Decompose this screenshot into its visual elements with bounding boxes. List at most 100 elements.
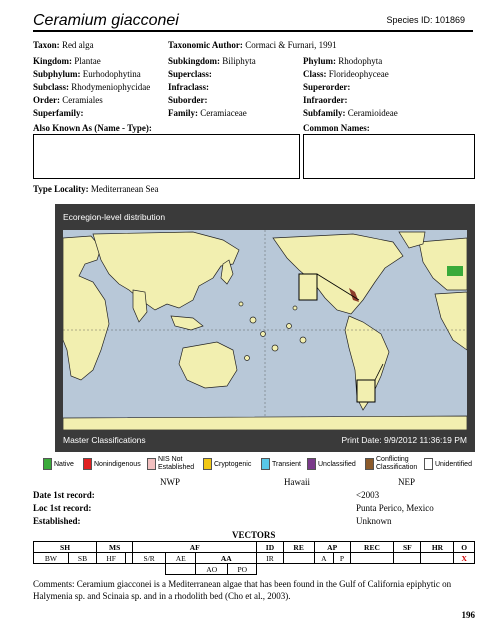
family-label: Family: (168, 108, 198, 118)
vector-cell: IR (256, 552, 284, 564)
vector-cell: ID (256, 541, 284, 553)
vector-cell: A (313, 552, 335, 564)
superclass-row: Superclass: (168, 69, 212, 79)
vector-cell (282, 552, 315, 564)
legend-label: Unclassified (318, 460, 356, 468)
established-label: Established: (33, 516, 81, 526)
superfamily-row: Superfamily: (33, 108, 84, 118)
vector-cell (393, 552, 422, 564)
legend-label: Native (54, 460, 74, 468)
legend-item-native: Native (43, 455, 74, 473)
legend-item-nonindigenous: Nonindigenous (83, 455, 141, 473)
subfamily-label: Subfamily: (303, 108, 346, 118)
legend-swatch (203, 458, 212, 470)
superorder-label: Superorder: (303, 82, 351, 92)
aka-box (33, 134, 300, 179)
vector-cell: AO (195, 563, 229, 575)
native-region (447, 266, 463, 276)
species-id: Species ID: 101869 (386, 15, 465, 25)
subkingdom-row: Subkingdom: Biliphyta (168, 56, 256, 66)
inset-hawaii (298, 273, 318, 301)
legend-label: Nonindigenous (94, 460, 141, 468)
infraclass-label: Infraclass: (168, 82, 209, 92)
author-row: Taxonomic Author: Cormaci & Furnari, 199… (168, 40, 337, 50)
kingdom-label: Kingdom: (33, 56, 73, 66)
superorder-row: Superorder: (303, 82, 350, 92)
taxon-label: Taxon: (33, 40, 60, 50)
inset-south (356, 379, 376, 403)
infraorder-label: Infraorder: (303, 95, 348, 105)
legend-label-2: Classification (376, 464, 418, 471)
legend-swatch (147, 458, 156, 470)
legend-label-stack: Conflicting Classification (376, 456, 417, 472)
vector-cell: SB (67, 552, 98, 564)
vector-cell: REC (349, 541, 395, 553)
vectors-table: SH MS AF ID RE AP REC SF HR O BW SB HF S… (32, 541, 475, 575)
legend-item-unclassified: Unclassified (307, 455, 356, 473)
vectors-row-1: SH MS AF ID RE AP REC SF HR O (32, 541, 475, 553)
vector-cell: O (453, 541, 475, 553)
legend-swatch (43, 458, 52, 470)
world-map-svg (63, 230, 467, 430)
legend-item-nis-not-established: NIS Not Established (147, 455, 194, 473)
vector-cell (34, 564, 69, 575)
class-label: Class: (303, 69, 327, 79)
superclass-label: Superclass: (168, 69, 212, 79)
vectors-row-3: AO PO (34, 563, 475, 575)
legend-label: Cryptogenic (214, 460, 252, 468)
common-names-label: Common Names: (303, 123, 370, 133)
order-value: Ceramiales (62, 95, 103, 105)
vector-cell (68, 564, 96, 575)
vector-cell: RE (282, 541, 315, 553)
subfamily-value: Ceramioideae (347, 108, 398, 118)
legend-label: Conflicting (376, 456, 409, 463)
vector-cell (420, 552, 455, 564)
class-value: Florideophyceae (328, 69, 389, 79)
legend-swatch (307, 458, 316, 470)
taxon-row: Taxon: Red alga (33, 40, 94, 50)
legend-label-2: Established (158, 464, 195, 471)
phylum-row: Phylum: Rhodophyta (303, 56, 382, 66)
region-nwp: NWP (160, 477, 180, 487)
vector-cell: SH (32, 541, 98, 553)
suborder-label: Suborder: (168, 95, 208, 105)
vectors-title: VECTORS (232, 530, 276, 540)
page-number: 196 (461, 610, 476, 620)
vector-cell: AP (313, 541, 351, 553)
map-footer-left: Master Classifications (63, 435, 146, 445)
legend-swatch (261, 458, 270, 470)
map-heading: Ecoregion-level distribution (55, 204, 475, 230)
date-first-record-label: Date 1st record: (33, 490, 95, 500)
author-value: Cormaci & Furnari, 1991 (245, 40, 337, 50)
vectors-row-2: BW SB HF S/R AE AA IR A P X (33, 552, 475, 564)
infraclass-row: Infraclass: (168, 82, 209, 92)
family-row: Family: Ceramiaceae (168, 108, 247, 118)
map-footer: Master Classifications Print Date: 9/9/2… (55, 430, 475, 452)
author-label: Taxonomic Author: (168, 40, 243, 50)
vector-cell: P (333, 552, 351, 564)
type-locality-label: Type Locality: (33, 184, 89, 194)
common-names-box (303, 134, 475, 179)
vector-cell: S/R (132, 552, 167, 564)
vector-cell: BW (33, 552, 69, 564)
vector-cell: MS (96, 541, 134, 553)
region-nep: NEP (398, 477, 416, 487)
type-locality-value: Mediterranean Sea (90, 184, 159, 194)
suborder-row: Suborder: (168, 95, 208, 105)
class-row: Class: Florideophyceae (303, 69, 389, 79)
vector-cell: HR (420, 541, 455, 553)
type-locality-row: Type Locality: Mediterranean Sea (33, 184, 159, 194)
legend-label: Transient (272, 460, 301, 468)
header-rule (33, 30, 473, 32)
vector-cell (125, 552, 134, 564)
phylum-value: Rhodophyta (338, 56, 383, 66)
region-hawaii: Hawaii (284, 477, 310, 487)
order-row: Order: Ceramiales (33, 95, 103, 105)
vector-cell (349, 552, 395, 564)
date-first-record-value: <2003 (356, 490, 380, 500)
vector-cell: PO (227, 563, 258, 575)
classification-legend: Native Nonindigenous NIS Not Established… (43, 455, 475, 473)
subphylum-label: Subphylum: (33, 69, 81, 79)
legend-label-stack: NIS Not Established (158, 456, 194, 472)
vector-cell: AA (195, 552, 258, 564)
